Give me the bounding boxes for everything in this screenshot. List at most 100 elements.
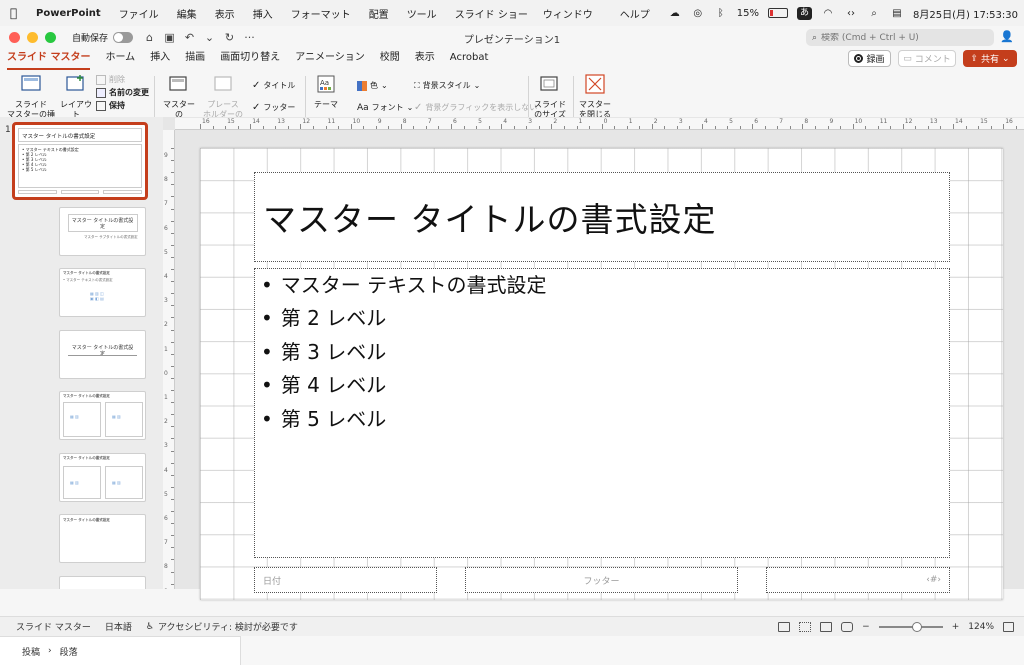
- layout-thumbnail-comparison[interactable]: マスター タイトルの書式設定 ▦ ▥ ▦ ▥: [59, 453, 146, 502]
- horizontal-ruler[interactable]: 16 15 14 13 12 11 10 9 8 7 6 5 4 3 2 1 0 1 2 3 4 5 6 7 8 9 10 11 12 1…: [175, 118, 1024, 130]
- slide-number-placeholder[interactable]: ‹#›: [766, 567, 950, 593]
- autosave-control[interactable]: 自動保存: [72, 31, 134, 44]
- theme-button[interactable]: Aa テーマ: [310, 74, 342, 110]
- status-bar: スライド マスター 日本語 ♿ アクセシビリティ: 検討が必要です − + 12…: [0, 616, 1024, 636]
- menu-file[interactable]: ファイル: [119, 6, 159, 21]
- slideshow-view-icon[interactable]: [841, 622, 854, 632]
- delete-button[interactable]: 削除: [96, 74, 125, 85]
- ruler-tick: [171, 232, 174, 234]
- undo-dropdown-icon[interactable]: ⌄: [203, 31, 216, 44]
- share-button[interactable]: ⇪ 共有 ⌄: [963, 50, 1017, 67]
- autosave-toggle[interactable]: [113, 31, 134, 43]
- colors-button[interactable]: 色 ⌄: [357, 80, 388, 91]
- normal-view-icon[interactable]: [778, 622, 791, 632]
- accessibility-icon[interactable]: ♿: [146, 622, 154, 632]
- airdrop-icon[interactable]: ◎: [691, 6, 705, 20]
- tab-insert[interactable]: 挿入: [150, 48, 170, 70]
- input-method-indicator[interactable]: あ: [797, 6, 813, 20]
- menubar-clock[interactable]: 8月25日(月) 17:53:30: [913, 6, 1018, 21]
- menu-arrange[interactable]: 配置: [369, 6, 389, 21]
- account-icon[interactable]: 👤: [1000, 30, 1014, 43]
- home-icon[interactable]: ⌂: [143, 31, 156, 44]
- search-box[interactable]: ⌕: [806, 29, 994, 46]
- vertical-ruler[interactable]: 9 8 7 6 5 4 3 2 1 0 1 2 3 4 5 6 7 8 9: [163, 130, 175, 589]
- breadcrumb-item[interactable]: 段落: [60, 645, 78, 658]
- zoom-level[interactable]: 124%: [968, 622, 994, 632]
- control-center-icon[interactable]: ▤: [890, 6, 904, 20]
- fonts-button[interactable]: Aa フォント ⌄: [357, 102, 413, 113]
- fit-slide-icon[interactable]: [1003, 622, 1014, 632]
- menu-insert[interactable]: 挿入: [253, 6, 273, 21]
- zoom-out-icon[interactable]: −: [862, 622, 870, 632]
- zoom-slider[interactable]: [878, 622, 943, 632]
- preserve-button[interactable]: 保持: [96, 100, 125, 111]
- menu-help[interactable]: ヘルプ: [620, 6, 650, 21]
- breadcrumb-item[interactable]: 投稿: [22, 645, 40, 658]
- layout-thumbnail-title[interactable]: マスター タイトルの書式設定 マスター サブタイトルの書式設定: [59, 207, 146, 256]
- reading-view-icon[interactable]: [820, 622, 833, 632]
- layout-thumbnail-section[interactable]: マスター タイトルの書式設定: [59, 330, 146, 379]
- background-styles-button[interactable]: ⛶ 背景スタイル ⌄: [414, 80, 480, 91]
- rename-button[interactable]: 名前の変更: [96, 87, 149, 98]
- hide-background-checkbox[interactable]: ✓ 背景グラフィックを表示しない: [414, 102, 537, 113]
- redo-icon[interactable]: ↻: [223, 31, 236, 44]
- colors-icon: [357, 80, 367, 91]
- layout-thumbnail-title-only[interactable]: マスター タイトルの書式設定: [59, 514, 146, 563]
- menu-tools[interactable]: ツール: [407, 6, 437, 21]
- slide-thumbnail-panel[interactable]: 1 マスター タイトルの書式設定 • マスター テキストの書式設定 • 第 2 …: [0, 117, 163, 589]
- date-placeholder[interactable]: 日付: [254, 567, 437, 593]
- menu-window[interactable]: ウィンドウ: [543, 6, 593, 21]
- content-placeholder[interactable]: マスター テキストの書式設定 第 2 レベル 第 3 レベル 第 4 レベル 第…: [254, 268, 950, 558]
- slide-master-canvas[interactable]: マスター タイトルの書式設定 マスター テキストの書式設定 第 2 レベル 第 …: [200, 148, 1003, 600]
- layout-thumb-title: マスター タイトルの書式設定: [63, 456, 110, 460]
- layout-thumbnail-blank[interactable]: [59, 576, 146, 589]
- footer-placeholder[interactable]: フッター: [465, 567, 738, 593]
- search-input[interactable]: [821, 32, 982, 43]
- close-window-button[interactable]: [9, 31, 20, 43]
- save-icon[interactable]: ▣: [163, 31, 176, 44]
- zoom-in-icon[interactable]: +: [952, 622, 960, 632]
- ruler-tick: [865, 126, 867, 129]
- menu-slideshow[interactable]: スライド ショー: [455, 6, 528, 21]
- more-commands-icon[interactable]: ···: [243, 31, 256, 44]
- tab-view[interactable]: 表示: [415, 48, 435, 70]
- minimize-window-button[interactable]: [27, 31, 38, 43]
- title-checkbox[interactable]: ✓ タイトル: [252, 80, 295, 91]
- apple-icon[interactable]: : [10, 6, 32, 20]
- layout-thumbnail-two-content[interactable]: マスター タイトルの書式設定 ▦ ▥ ▦ ▥: [59, 391, 146, 440]
- layout-thumbnail-title-content[interactable]: マスター タイトルの書式設定 • マスター テキストの書式設定 ▦ ▥ ◫ ▣ ◧…: [59, 268, 146, 317]
- spotlight-search-icon[interactable]: ⌕: [867, 6, 881, 20]
- slide-sorter-icon[interactable]: [799, 622, 812, 632]
- slide-size-button[interactable]: スライド のサイズ: [533, 74, 567, 120]
- title-placeholder[interactable]: マスター タイトルの書式設定: [254, 172, 950, 262]
- undo-icon[interactable]: ↶: [183, 31, 196, 44]
- tab-acrobat[interactable]: Acrobat: [450, 48, 489, 70]
- master-layout-icon: [169, 76, 187, 91]
- tab-transitions[interactable]: 画面切り替え: [220, 48, 280, 70]
- menu-app-name[interactable]: PowerPoint: [36, 8, 101, 19]
- footer-checkbox[interactable]: ✓ フッター: [252, 102, 295, 113]
- comment-button[interactable]: ▭ コメント: [898, 50, 956, 67]
- wifi-icon[interactable]: ◠: [821, 6, 835, 20]
- master-thumbnail[interactable]: マスター タイトルの書式設定 • マスター テキストの書式設定 • 第 2 レベ…: [12, 122, 148, 200]
- status-language[interactable]: 日本語: [105, 620, 132, 633]
- code-brackets-icon[interactable]: ‹›: [844, 6, 858, 20]
- menu-view[interactable]: 表示: [215, 6, 235, 21]
- record-button[interactable]: 録画: [848, 50, 891, 67]
- ruler-tick: [375, 126, 377, 129]
- tab-review[interactable]: 校閲: [380, 48, 400, 70]
- status-accessibility[interactable]: アクセシビリティ: 検討が必要です: [158, 620, 298, 633]
- close-master-view-button[interactable]: マスター を閉じる: [578, 74, 612, 120]
- tab-slide-master[interactable]: スライド マスター: [7, 48, 91, 70]
- zoom-slider-knob[interactable]: [911, 622, 922, 632]
- tab-draw[interactable]: 描画: [185, 48, 205, 70]
- battery-icon[interactable]: [768, 8, 788, 18]
- tab-home[interactable]: ホーム: [105, 48, 135, 70]
- bluetooth-icon[interactable]: ᛒ: [714, 6, 728, 20]
- menu-format[interactable]: フォーマット: [291, 6, 351, 21]
- tab-animations[interactable]: アニメーション: [295, 48, 365, 70]
- cloud-sync-icon[interactable]: ☁: [668, 6, 682, 20]
- ruler-number: 14: [955, 118, 963, 125]
- menu-edit[interactable]: 編集: [177, 6, 197, 21]
- zoom-window-button[interactable]: [45, 31, 56, 43]
